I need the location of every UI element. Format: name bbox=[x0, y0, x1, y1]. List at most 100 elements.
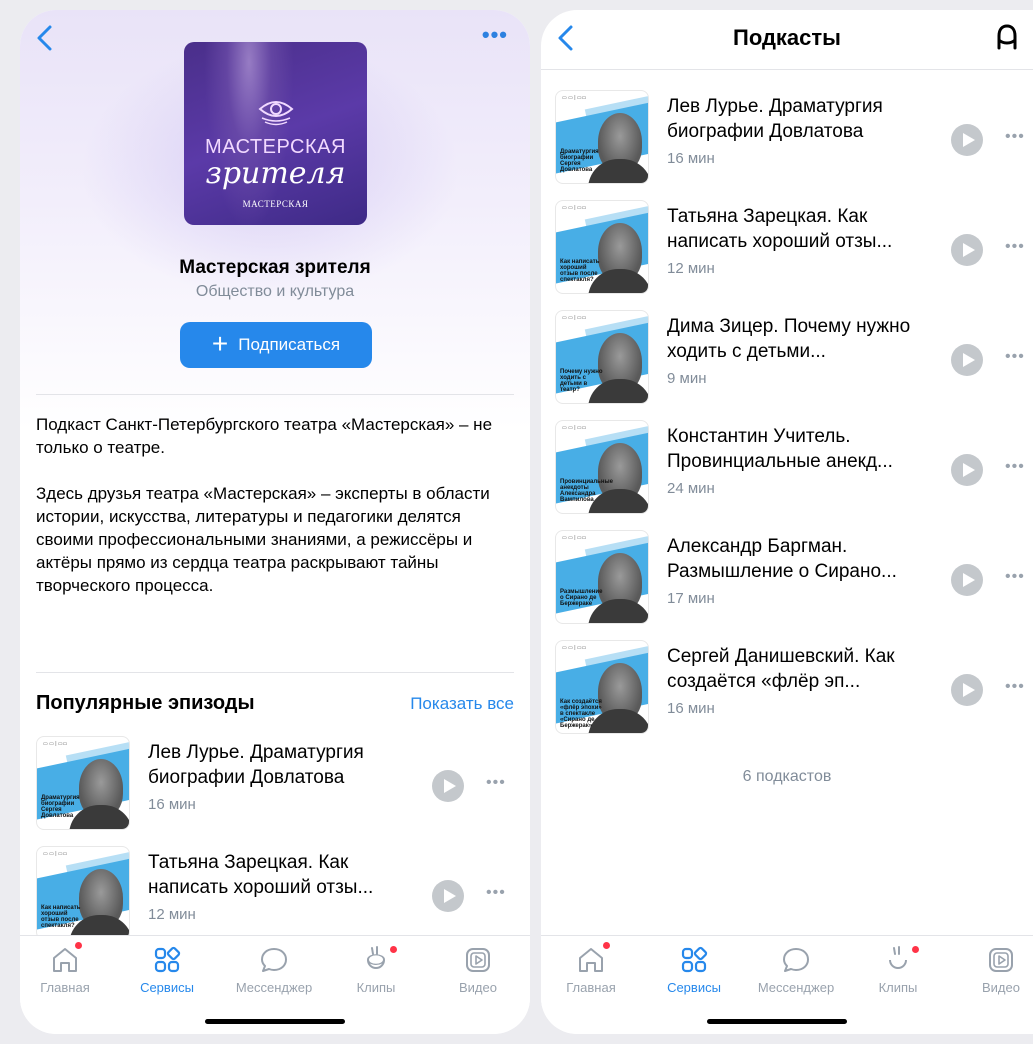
episode-more-icon[interactable]: ••• bbox=[1005, 458, 1025, 476]
episode-thumbnail: ▭ ▭ | ▭▭ Размышление о Сирано де Бержера… bbox=[555, 530, 649, 624]
tab-label: Главная bbox=[566, 980, 616, 995]
tab-video[interactable]: Видео bbox=[428, 944, 528, 995]
show-all-link[interactable]: Показать все bbox=[410, 694, 514, 714]
podcast-description: Подкаст Санкт-Петербургского театра «Мас… bbox=[36, 413, 516, 620]
episode-item[interactable]: ▭ ▭ | ▭▭ Как создаётся «флёр эпохи» в сп… bbox=[555, 640, 1033, 736]
thumb-caption: Размышление о Сирано де Бержераке bbox=[560, 589, 603, 607]
voice-assistant-icon[interactable] bbox=[995, 22, 1019, 52]
tab-services[interactable]: Сервисы bbox=[644, 944, 744, 995]
home-indicator bbox=[707, 1019, 848, 1024]
podcast-detail-screen: ••• МАСТЕРСКАЯ зрителя МАСТЕРСКАЯ Мастер… bbox=[20, 10, 530, 1034]
episode-thumbnail: ▭ ▭ | ▭▭ Почему нужно ходить с детьми в … bbox=[555, 310, 649, 404]
video-icon bbox=[466, 948, 490, 972]
play-button[interactable] bbox=[951, 344, 983, 376]
tab-label: Мессенджер bbox=[757, 980, 835, 995]
play-button[interactable] bbox=[951, 454, 983, 486]
more-icon[interactable]: ••• bbox=[482, 24, 508, 46]
episode-thumbnail: ▭ ▭ | ▭▭ Драматургия биографии Сергея До… bbox=[36, 736, 130, 830]
tab-label: Видео bbox=[459, 980, 497, 995]
services-icon bbox=[681, 946, 708, 973]
page-title: Подкасты bbox=[733, 25, 841, 50]
tab-label: Мессенджер bbox=[235, 980, 313, 995]
episode-item[interactable]: ▭ ▭ | ▭▭ Как написать хороший отзыв посл… bbox=[36, 846, 520, 942]
episode-thumbnail: ▭ ▭ | ▭▭ Как создаётся «флёр эпохи» в сп… bbox=[555, 640, 649, 734]
cover-figure bbox=[204, 42, 294, 225]
episode-more-icon[interactable]: ••• bbox=[1005, 678, 1025, 696]
plus-icon: + bbox=[211, 327, 229, 359]
video-icon bbox=[989, 948, 1013, 972]
tab-messenger[interactable]: Мессенджер bbox=[224, 944, 324, 995]
episode-more-icon[interactable]: ••• bbox=[1005, 238, 1025, 256]
section-title: Популярные эпизоды bbox=[36, 692, 255, 714]
episode-item[interactable]: ▭ ▭ | ▭▭ Почему нужно ходить с детьми в … bbox=[555, 310, 1033, 406]
play-button[interactable] bbox=[432, 880, 464, 912]
notification-badge bbox=[390, 946, 397, 953]
episode-thumbnail: ▭ ▭ | ▭▭ Как написать хороший отзыв посл… bbox=[36, 846, 130, 940]
tab-home[interactable]: Главная bbox=[541, 942, 641, 995]
tab-clips[interactable]: Клипы bbox=[848, 944, 948, 995]
play-button[interactable] bbox=[951, 124, 983, 156]
episode-more-icon[interactable]: ••• bbox=[486, 774, 506, 792]
episode-title: Татьяна Зарецкая. Как написать хороший о… bbox=[667, 206, 893, 252]
episode-thumbnail: ▭ ▭ | ▭▭ Драматургия биографии Сергея До… bbox=[555, 90, 649, 184]
clips-icon bbox=[367, 946, 386, 969]
thumb-caption: Как написать хороший отзыв после спектак… bbox=[560, 259, 600, 283]
podcast-category: Общество и культура bbox=[195, 283, 355, 300]
home-icon bbox=[579, 948, 603, 972]
description-paragraph: Подкаст Санкт-Петербургского театра «Мас… bbox=[36, 415, 493, 457]
tab-label: Клипы bbox=[356, 980, 396, 995]
episode-title: Лев Лурье. Драматургия биографии Довлато… bbox=[667, 96, 883, 142]
play-button[interactable] bbox=[951, 234, 983, 266]
episode-item[interactable]: ▭ ▭ | ▭▭ Как написать хороший отзыв посл… bbox=[555, 200, 1033, 296]
tab-label: Сервисы bbox=[667, 980, 721, 995]
episode-title: Дима Зицер. Почему нужно ходить с детьми… bbox=[667, 316, 911, 362]
episode-title: Лев Лурье. Драматургия биографии Довлато… bbox=[148, 742, 364, 788]
messenger-icon bbox=[261, 948, 287, 972]
thumb-caption: Как создаётся «флёр эпохи» в спектакле «… bbox=[560, 699, 602, 729]
podcast-cover: МАСТЕРСКАЯ зрителя МАСТЕРСКАЯ bbox=[184, 42, 367, 225]
podcast-count: 6 подкастов bbox=[742, 768, 832, 785]
episode-title: Сергей Данишевский. Как создаётся «флёр … bbox=[667, 646, 895, 692]
play-button[interactable] bbox=[432, 770, 464, 802]
thumb-caption: Как написать хороший отзыв после спектак… bbox=[41, 905, 81, 929]
episode-item[interactable]: ▭ ▭ | ▭▭ Драматургия биографии Сергея До… bbox=[555, 90, 1033, 186]
clips-icon bbox=[889, 946, 907, 969]
play-button[interactable] bbox=[951, 674, 983, 706]
episode-more-icon[interactable]: ••• bbox=[1005, 568, 1025, 586]
episode-more-icon[interactable]: ••• bbox=[1005, 348, 1025, 366]
play-button[interactable] bbox=[951, 564, 983, 596]
episode-thumbnail: ▭ ▭ | ▭▭ Как написать хороший отзыв посл… bbox=[555, 200, 649, 294]
tab-services[interactable]: Сервисы bbox=[117, 944, 217, 995]
podcasts-list-screen: Подкасты ▭ ▭ | ▭▭ Драматургия биографии … bbox=[541, 10, 1033, 1034]
thumb-caption: Драматургия биографии Сергея Довлатова bbox=[41, 795, 80, 819]
header: Подкасты bbox=[541, 10, 1033, 70]
back-icon[interactable] bbox=[34, 24, 58, 52]
episode-title: Александр Баргман. Размышление о Сирано.… bbox=[667, 536, 897, 582]
notification-badge bbox=[75, 942, 82, 949]
subscribe-button[interactable]: + Подписаться bbox=[180, 322, 372, 368]
tab-video[interactable]: Видео bbox=[951, 944, 1033, 995]
divider bbox=[36, 672, 514, 673]
tab-label: Сервисы bbox=[140, 980, 194, 995]
tab-clips[interactable]: Клипы bbox=[326, 944, 426, 995]
episode-duration: 17 мин bbox=[667, 590, 715, 607]
cover-brand: МАСТЕРСКАЯ bbox=[242, 199, 309, 209]
episode-item[interactable]: ▭ ▭ | ▭▭ Провинциальные анекдоты Алексан… bbox=[555, 420, 1033, 516]
notification-badge bbox=[603, 942, 610, 949]
episode-duration: 16 мин bbox=[148, 796, 196, 813]
tab-messenger[interactable]: Мессенджер bbox=[746, 944, 846, 995]
subscribe-label: Подписаться bbox=[238, 335, 341, 354]
thumb-caption: Провинциальные анекдоты Александра Вампи… bbox=[560, 479, 613, 503]
thumb-caption: Драматургия биографии Сергея Довлатова bbox=[560, 149, 599, 173]
episode-duration: 16 мин bbox=[667, 700, 715, 717]
tab-home[interactable]: Главная bbox=[20, 942, 115, 995]
description-paragraph: Здесь друзья театра «Мастерская» – экспе… bbox=[36, 484, 490, 595]
podcast-title: Мастерская зрителя bbox=[179, 257, 371, 278]
episode-item[interactable]: ▭ ▭ | ▭▭ Размышление о Сирано де Бержера… bbox=[555, 530, 1033, 626]
episode-thumbnail: ▭ ▭ | ▭▭ Провинциальные анекдоты Алексан… bbox=[555, 420, 649, 514]
episode-more-icon[interactable]: ••• bbox=[486, 884, 506, 902]
episode-item[interactable]: ▭ ▭ | ▭▭ Драматургия биографии Сергея До… bbox=[36, 736, 520, 832]
episode-more-icon[interactable]: ••• bbox=[1005, 128, 1025, 146]
episode-duration: 24 мин bbox=[667, 480, 715, 497]
tab-label: Видео bbox=[982, 980, 1020, 995]
